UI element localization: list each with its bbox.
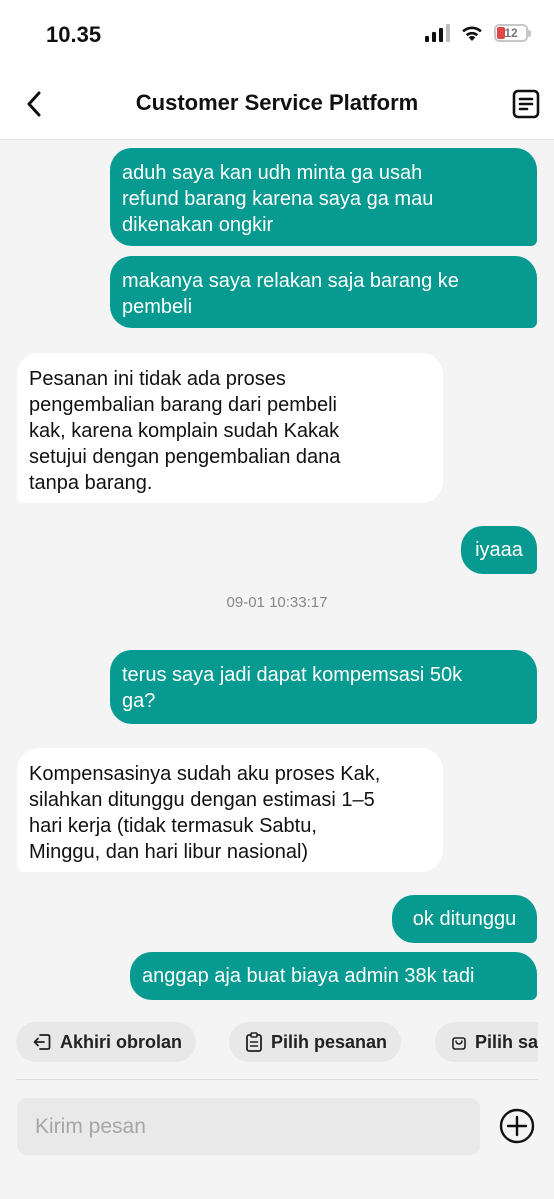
chat-screen: 10.35 12 Customer Service Platform aduh … (0, 0, 554, 1199)
message-outgoing[interactable]: anggap aja buat biaya admin 38k tadi (130, 952, 537, 1000)
page-title: Customer Service Platform (135, 90, 419, 115)
message-line: refund barang karena saya ga mau (122, 188, 434, 210)
quick-actions: Akhiri obrolan Pilih pesanan Pilih sa (16, 1022, 538, 1062)
exit-icon (33, 1034, 51, 1050)
chat-header: Customer Service Platform (0, 70, 554, 140)
message-outgoing[interactable]: iyaaa (461, 526, 537, 574)
status-icons: 12 (425, 24, 531, 42)
order-details-button[interactable] (508, 86, 544, 122)
message-input[interactable] (17, 1098, 480, 1155)
message-incoming[interactable]: Kompensasinya sudah aku proses Kak, sila… (17, 748, 443, 872)
message-line: anggap aja buat biaya admin 38k tadi (142, 965, 475, 987)
status-time: 10.35 (46, 22, 102, 47)
document-icon (512, 89, 540, 119)
select-product-button[interactable]: Pilih sa (435, 1022, 538, 1062)
status-bar: 10.35 12 (0, 0, 554, 70)
message-outgoing[interactable]: makanya saya relakan saja barang ke pemb… (110, 256, 537, 328)
end-chat-button[interactable]: Akhiri obrolan (16, 1022, 197, 1062)
wifi-icon (462, 26, 482, 41)
message-incoming[interactable]: Pesanan ini tidak ada proses pengembalia… (17, 353, 443, 503)
message-line: setujui dengan pengembalian dana (29, 446, 341, 468)
message-line: pengembalian barang dari pembeli (29, 394, 337, 416)
bag-icon (452, 1037, 466, 1050)
clipboard-icon (246, 1032, 262, 1052)
chip-label: Pilih pesanan (271, 1031, 388, 1052)
divider (16, 1079, 538, 1080)
message-line: Minggu, dan hari libur nasional) (29, 841, 309, 863)
attach-button[interactable] (499, 1108, 535, 1144)
message-line: aduh saya kan udh minta ga usah (122, 162, 423, 184)
message-line: terus saya jadi dapat kompemsasi 50k (122, 664, 463, 686)
select-order-button[interactable]: Pilih pesanan (229, 1022, 402, 1062)
message-line: Pesanan ini tidak ada proses (29, 368, 286, 390)
message-line: ga? (122, 690, 156, 712)
message-line: ok ditunggu (412, 908, 517, 930)
message-line: pembeli (122, 296, 193, 318)
message-line: dikenakan ongkir (122, 214, 274, 236)
plus-circle-icon (499, 1108, 535, 1144)
chip-label: Akhiri obrolan (60, 1031, 183, 1052)
message-line: hari kerja (tidak termasuk Sabtu, (29, 815, 317, 837)
message-line: kak, karena komplain sudah Kakak (29, 420, 340, 442)
message-line: makanya saya relakan saja barang ke (122, 270, 459, 292)
battery-level: 12 (504, 26, 518, 40)
message-line: tanpa barang. (29, 472, 153, 494)
chip-label: Pilih sa (475, 1031, 538, 1052)
message-line: silahkan ditunggu dengan estimasi 1–5 (29, 789, 375, 811)
cellular-signal-icon (425, 24, 450, 42)
message-line: Kompensasinya sudah aku proses Kak, (29, 763, 381, 785)
message-outgoing[interactable]: terus saya jadi dapat kompemsasi 50k ga? (110, 650, 537, 724)
message-outgoing[interactable]: aduh saya kan udh minta ga usah refund b… (110, 148, 537, 246)
message-outgoing[interactable]: ok ditunggu (392, 895, 537, 943)
message-line: iyaaa (475, 539, 523, 561)
battery-icon: 12 (494, 24, 531, 42)
message-timestamp: 09-01 10:33:17 (226, 594, 328, 611)
